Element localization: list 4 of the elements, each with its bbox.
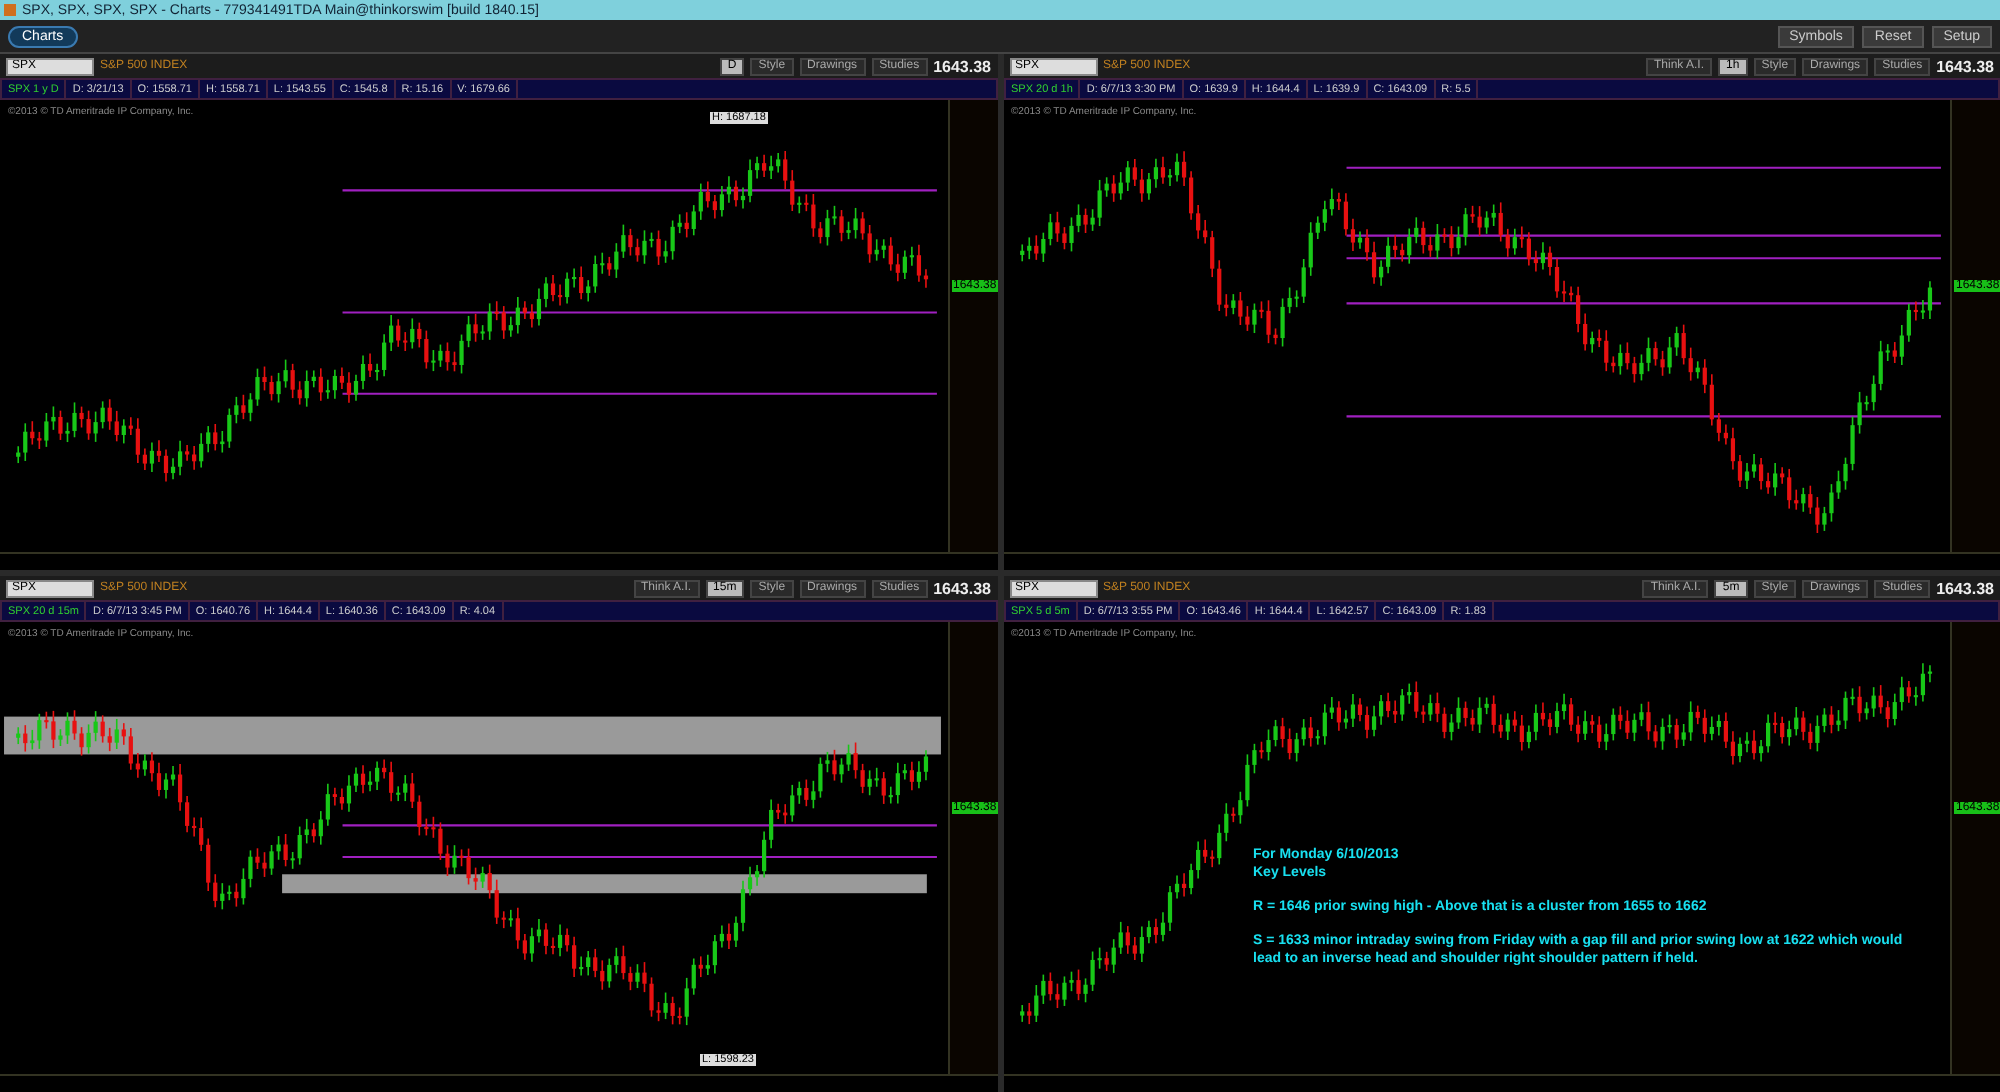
last-price: 1643.38 (933, 57, 991, 75)
last-price: 1643.38 (933, 579, 991, 597)
last-price: 1643.38 (1936, 57, 1994, 75)
last-price: 1643.38 (1936, 579, 1994, 597)
